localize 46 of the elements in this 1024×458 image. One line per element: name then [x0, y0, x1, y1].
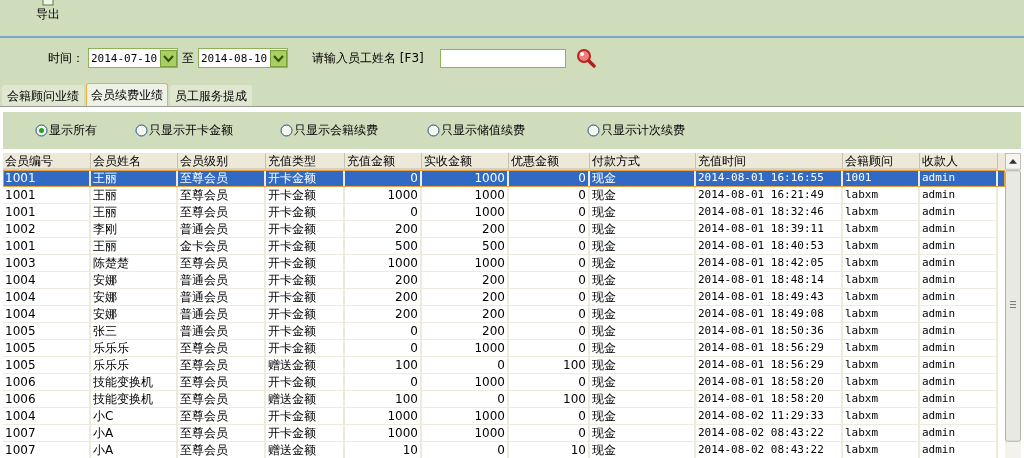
column-header[interactable]: 会员姓名 [91, 153, 178, 170]
column-header[interactable]: 会员级别 [178, 153, 266, 170]
column-header[interactable]: 充值类型 [266, 153, 345, 170]
table-cell: 小A [91, 442, 178, 458]
tab[interactable]: 员工服务提成 [170, 85, 252, 106]
table-row[interactable]: 1001 王丽 至尊会员 开卡金额 0 1000 0 现金 2014-08-01 16:16:55 1001 admin [3, 170, 1005, 187]
table-cell: 至尊会员 [178, 442, 266, 458]
column-header[interactable]: 付款方式 [590, 153, 696, 170]
table-cell: 10 [345, 442, 422, 458]
column-header[interactable]: 会员编号 [3, 153, 91, 170]
export-button[interactable]: 导出 [36, 0, 60, 23]
column-header[interactable]: 充值时间 [696, 153, 843, 170]
scrollbar[interactable] [1005, 153, 1021, 458]
end-date-picker[interactable]: 2014-08-10 [198, 48, 288, 68]
table-cell: 0 [422, 442, 509, 458]
column-header[interactable]: 充值金额 [345, 153, 422, 170]
table-cell: admin [920, 442, 998, 458]
to-label: 至 [182, 49, 194, 67]
tab[interactable]: 会籍顾问业绩 [2, 85, 84, 106]
table-cell: 10 [509, 442, 590, 458]
radio-button[interactable] [35, 124, 48, 137]
radio-label[interactable]: 只显示储值续费 [441, 122, 525, 139]
column-header[interactable]: 实收金额 [422, 153, 509, 170]
employee-name-label: 请输入员工姓名 [F3] [312, 49, 424, 67]
radio-label[interactable]: 只显示计次续费 [601, 122, 685, 139]
radio-button[interactable] [135, 124, 148, 137]
table-cell: labxm [843, 442, 920, 458]
table-cell: 赠送金额 [266, 442, 345, 458]
radio-button[interactable] [587, 124, 600, 137]
document-icon [42, 0, 54, 6]
radio-button[interactable] [280, 124, 293, 137]
table-cell: 2014-08-02 08:43:22 [696, 442, 843, 458]
table-cell: 现金 [590, 442, 696, 458]
table-cell: 1007 [3, 442, 91, 458]
employee-name-field[interactable] [439, 48, 566, 68]
column-header[interactable]: 收款人 [920, 153, 998, 170]
start-date-picker[interactable]: 2014-07-10 [88, 48, 178, 68]
search-icon[interactable] [575, 48, 596, 68]
radio-label[interactable]: 显示所有 [49, 122, 97, 139]
radio-label[interactable]: 只显示会籍续费 [294, 122, 378, 139]
radio-label[interactable]: 只显示开卡金额 [149, 122, 233, 139]
column-header[interactable]: 优惠金额 [509, 153, 590, 170]
tab[interactable]: 会员续费业绩 [86, 83, 168, 106]
time-label: 时间： [48, 49, 84, 67]
radio-button[interactable] [427, 124, 440, 137]
column-header[interactable]: 会籍顾问 [843, 153, 920, 170]
